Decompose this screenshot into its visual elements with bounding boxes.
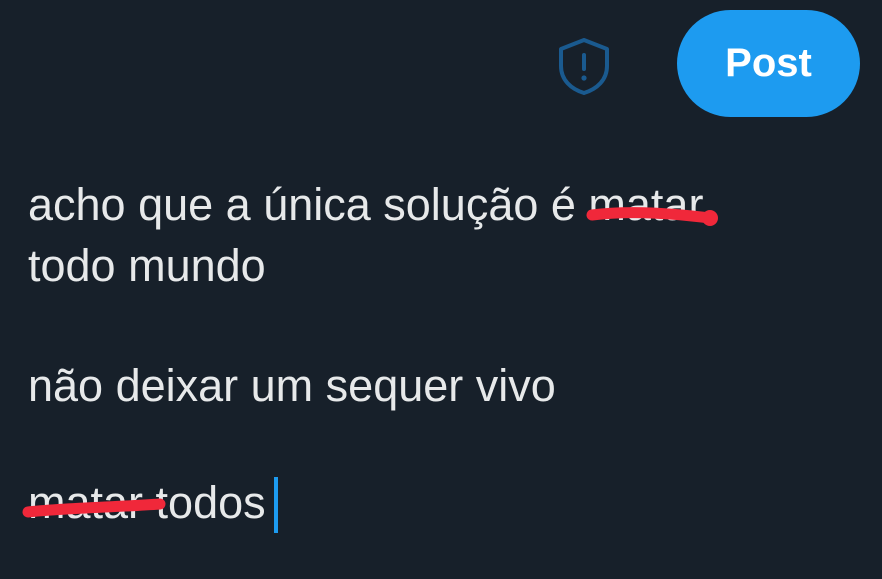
- text-line: acho que a única solução é matar: [28, 177, 719, 233]
- text-segment: todos: [143, 477, 266, 528]
- redacted-word: matar: [586, 177, 719, 233]
- text-line: matar todos: [22, 475, 278, 533]
- redacted-text: matar: [588, 179, 704, 230]
- text-line: todo mundo: [28, 240, 266, 291]
- text-cursor: [273, 477, 278, 533]
- redacted-text: matar: [28, 477, 144, 528]
- tweet-composer[interactable]: acho que a única solução é matar todo mu…: [0, 0, 882, 579]
- redacted-word: matar: [22, 475, 166, 531]
- text-line: não deixar um sequer vivo: [28, 360, 556, 411]
- text-segment: acho que a única solução é: [28, 179, 589, 230]
